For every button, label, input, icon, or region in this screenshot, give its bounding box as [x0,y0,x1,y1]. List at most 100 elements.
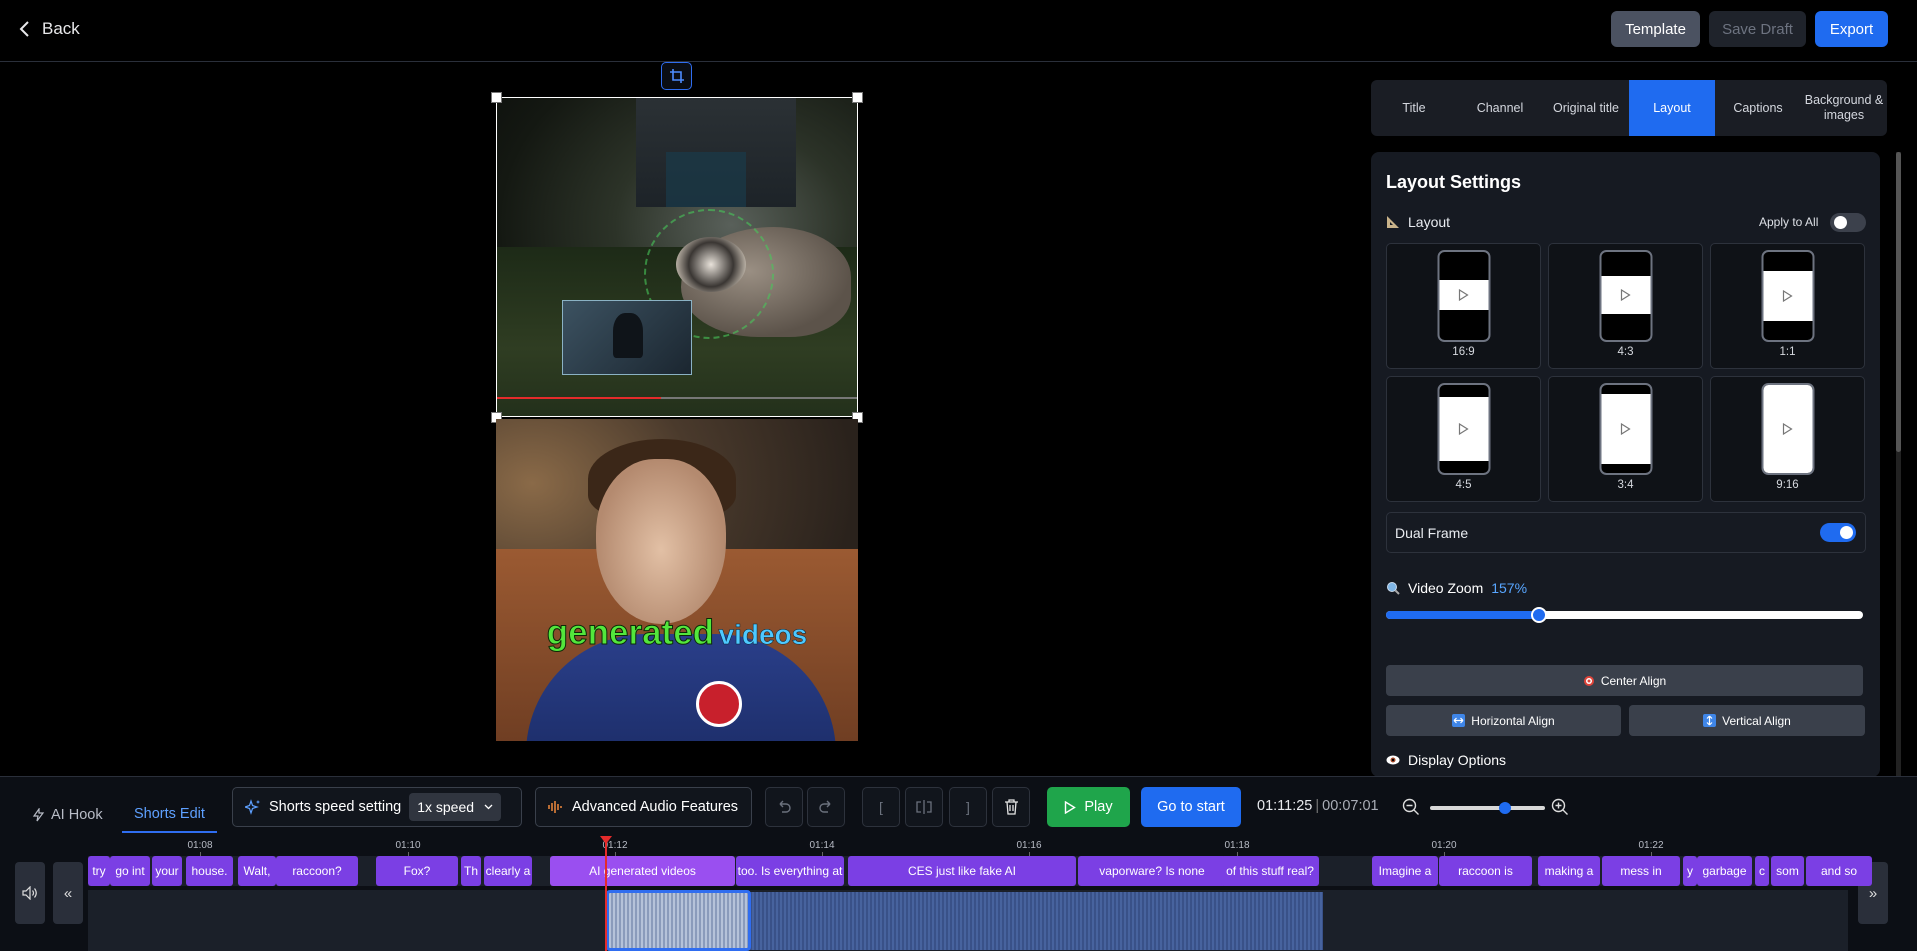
mark-out-button[interactable]: ] [949,787,987,827]
play-button[interactable]: Play [1047,787,1130,827]
phone-preview-icon [1437,250,1490,342]
ai-hook-label: AI Hook [51,807,103,823]
phone-preview-icon [1599,383,1652,475]
layout-option-1-1[interactable]: 1:1 [1710,243,1865,369]
tab-layout[interactable]: Layout [1629,80,1715,136]
layout-options-grid: 16:9 4:3 1:1 4:5 3:4 9:16 [1386,243,1866,502]
advanced-audio-label: Advanced Audio Features [572,799,739,815]
crop-button[interactable] [661,62,692,90]
layout-option-4-3[interactable]: 4:3 [1548,243,1703,369]
delete-button[interactable] [992,787,1030,827]
tab-shorts-edit[interactable]: Shorts Edit [122,797,217,833]
playhead[interactable] [600,836,612,951]
tab-title[interactable]: Title [1371,80,1457,136]
video-zoom-label: Video Zoom [1408,580,1484,596]
ruler-triangle-icon [1387,216,1399,228]
template-button[interactable]: Template [1611,11,1700,47]
layout-option-16-9[interactable]: 16:9 [1386,243,1541,369]
caption-clip[interactable]: of this stuff real? [1221,856,1319,886]
phone-preview-icon [1761,383,1814,475]
panel-title: Layout Settings [1386,172,1522,192]
volume-icon [22,886,37,900]
caption-clip[interactable]: house. [186,856,233,886]
caption-clip[interactable]: CES just like fake AI [848,856,1076,886]
layout-option-label: 9:16 [1776,479,1799,491]
settings-scrollbar[interactable] [1896,152,1901,777]
caption-clip[interactable]: and so [1806,856,1872,886]
speed-select[interactable]: 1x speed [409,793,502,821]
caption-clip[interactable]: som [1771,856,1804,886]
layout-option-9-16[interactable]: 9:16 [1710,376,1865,502]
layout-option-label: 16:9 [1452,346,1475,358]
horizontal-align-button[interactable]: Horizontal Align [1386,705,1621,736]
undo-icon [779,800,791,813]
ruler-tick-label: 01:10 [395,840,421,851]
tab-ai-hook[interactable]: AI Hook [20,797,115,833]
audio-track [88,890,1848,951]
layout-option-label: 4:3 [1617,346,1634,358]
dual-frame-toggle[interactable] [1820,523,1856,542]
zoom-out-icon[interactable] [1402,798,1420,816]
apply-to-all-label: Apply to All [1759,215,1819,229]
go-to-start-button[interactable]: Go to start [1141,787,1241,827]
video-zoom-knob[interactable] [1530,607,1547,623]
selected-audio-segment[interactable] [606,890,751,951]
caption-clip[interactable]: raccoon? [276,856,358,886]
vertical-align-button[interactable]: Vertical Align [1629,705,1865,736]
zoom-in-icon[interactable] [1551,798,1569,816]
caption-clip[interactable]: vaporware? Is none [1078,856,1226,886]
caption-clip[interactable]: Fox? [376,856,458,886]
tab-original-title[interactable]: Original title [1543,80,1629,136]
tab-captions[interactable]: Captions [1715,80,1801,136]
layout-option-4-5[interactable]: 4:5 [1386,376,1541,502]
video-zoom-slider[interactable] [1386,607,1863,623]
caption-clip[interactable]: your [152,856,182,886]
mute-button[interactable] [15,862,45,924]
play-label: Play [1084,799,1113,815]
back-button[interactable]: Back [18,16,80,42]
caption-clip[interactable]: AI generated videos [550,856,735,886]
advanced-audio-button[interactable]: Advanced Audio Features [535,787,752,827]
caption-clip[interactable]: raccoon is [1439,856,1532,886]
time-ruler[interactable]: 01:08 01:10 01:12 01:14 01:16 01:18 01:20 01:22 [88,836,1848,858]
play-icon [1782,290,1793,302]
shirt-logo [696,681,742,727]
caption-clip[interactable]: Th [461,856,481,886]
split-button[interactable] [905,787,943,827]
center-align-button[interactable]: Center Align [1386,665,1863,696]
layout-option-label: 1:1 [1779,346,1796,358]
caption-clip[interactable]: clearly a [484,856,532,886]
timeline-zoom-control [1402,795,1572,819]
save-draft-button[interactable]: Save Draft [1709,11,1806,47]
caption-clip[interactable]: Imagine a [1372,856,1438,886]
caption-clip[interactable]: try [88,856,110,886]
caption-clip[interactable]: mess in [1602,856,1680,886]
timeline-zoom-slider[interactable] [1430,806,1545,810]
tab-background-images[interactable]: Background & images [1801,80,1887,136]
apply-to-all-toggle[interactable] [1830,213,1866,232]
resize-handle-tr[interactable] [852,92,863,103]
resize-handle-tl[interactable] [491,92,502,103]
frame-selection-box[interactable] [496,97,858,417]
caption-clip[interactable]: c [1755,856,1769,886]
tab-channel[interactable]: Channel [1457,80,1543,136]
caption-clip[interactable]: garbage [1697,856,1752,886]
caption-clip[interactable]: making a [1538,856,1600,886]
caption-clip[interactable]: y [1683,856,1697,886]
layout-option-3-4[interactable]: 3:4 [1548,376,1703,502]
caption-clip[interactable]: Walt, [238,856,276,886]
timeline-zoom-knob[interactable] [1498,802,1511,814]
export-button[interactable]: Export [1815,11,1888,47]
bottom-frame[interactable]: generated videos [496,419,858,741]
layout-option-label: 4:5 [1455,479,1472,491]
redo-button[interactable] [807,787,845,827]
settings-tabs: Title Channel Original title Layout Capt… [1371,80,1887,136]
undo-button[interactable] [765,787,803,827]
mark-in-button[interactable]: [ [862,787,900,827]
scroll-left-button[interactable]: « [53,862,83,924]
caption-clip[interactable]: too. Is everything at [736,856,844,886]
play-icon [1782,423,1793,435]
person-head [596,459,726,624]
video-preview[interactable]: generated videos [491,92,863,741]
caption-clip[interactable]: go int [110,856,150,886]
